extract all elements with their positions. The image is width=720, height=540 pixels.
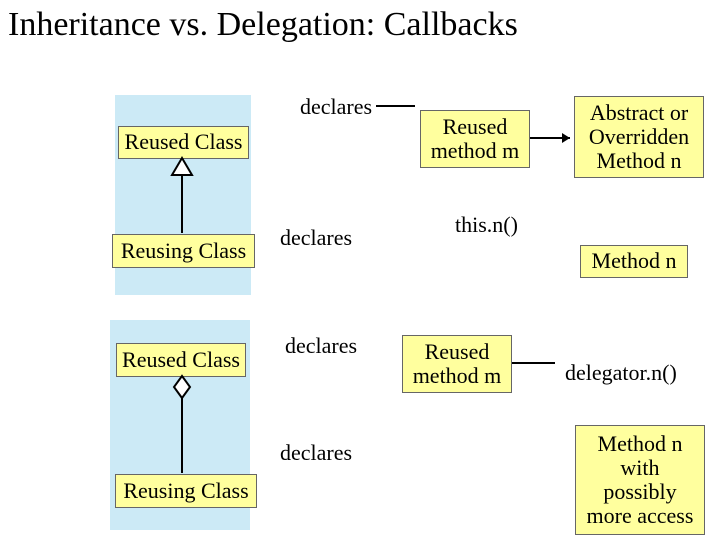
method-n-top: Method n [580,245,688,278]
reused-class-top: Reused Class [118,126,249,159]
declares-label-bottom-1: declares [285,333,357,359]
this-n-label: this.n() [455,212,518,238]
reused-class-bottom: Reused Class [116,343,246,377]
box-label: Abstract or Overridden Method n [589,101,689,174]
reused-method-bottom: Reused method m [402,335,512,393]
reusing-class-top: Reusing Class [112,234,255,268]
box-label: Reusing Class [121,239,246,263]
box-label: Method n [592,249,677,273]
box-label: Reused method m [413,340,502,388]
reused-method-top: Reused method m [420,110,530,168]
box-label: Reused method m [431,115,520,163]
reusing-class-bottom: Reusing Class [115,474,257,508]
box-label: Reused Class [125,130,243,154]
page-title: Inheritance vs. Delegation: Callbacks [8,6,518,44]
delegator-n-label: delegator.n() [565,360,677,386]
method-n-bottom: Method n with possibly more access [575,425,705,535]
box-label: Reusing Class [123,479,248,503]
declares-label-top-1: declares [300,94,372,120]
declares-label-bottom-2: declares [280,440,352,466]
box-label: Method n with possibly more access [587,432,694,529]
box-label: Reused Class [122,348,240,372]
abstract-method-top: Abstract or Overridden Method n [574,96,704,178]
declares-label-top-2: declares [280,225,352,251]
